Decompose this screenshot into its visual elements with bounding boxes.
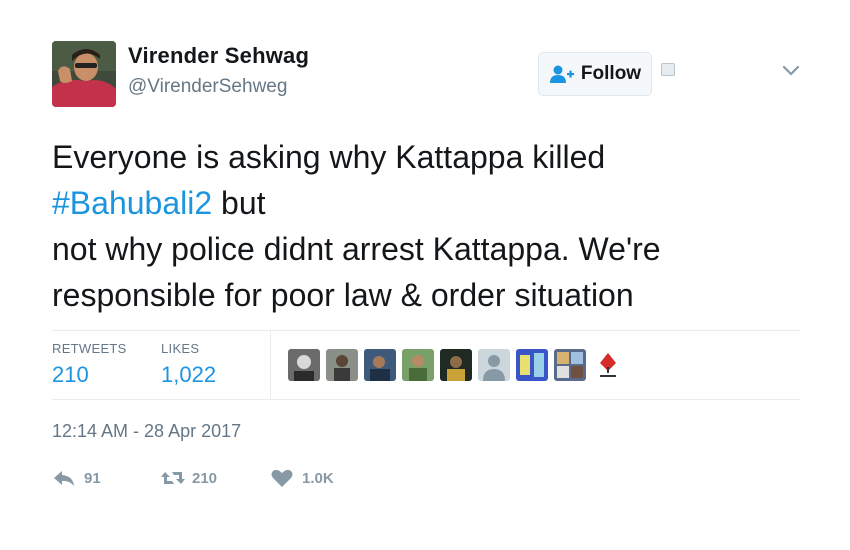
card-icon [661,63,675,76]
tweet-text-line: not why police didnt arrest Kattappa. We… [52,231,661,267]
tweet-text-line: #Bahubali2 but [52,180,812,226]
tweet-timestamp[interactable]: 12:14 AM - 28 Apr 2017 [52,421,241,442]
heart-icon [270,468,294,488]
follow-button[interactable]: Follow [538,52,652,96]
likes-count[interactable]: 1,022 [161,362,216,388]
retweet-icon [160,468,185,488]
like-button[interactable]: 1.0K [270,468,334,488]
follow-user-icon [549,64,575,84]
divider [52,399,800,400]
tweet-card: Virender Sehwag @VirenderSehweg Follow E… [0,0,850,550]
tweet-text-line: responsible for poor law & order situati… [52,277,634,313]
liker-avatar[interactable] [364,349,396,381]
liker-avatar[interactable] [592,349,624,381]
retweets-count[interactable]: 210 [52,362,89,388]
caret-down-icon[interactable] [781,64,801,78]
retweets-label: RETWEETS [52,341,127,356]
liker-avatar[interactable] [326,349,358,381]
reply-button[interactable]: 91 [52,468,101,488]
user-name[interactable]: Virender Sehwag [128,43,309,69]
stats-separator [270,330,271,399]
liker-avatar[interactable] [478,349,510,381]
retweet-button[interactable]: 210 [160,468,217,488]
retweet-count: 210 [192,469,218,487]
divider [52,330,800,331]
like-count: 1.0K [302,469,334,487]
reply-count: 91 [84,469,101,487]
likes-label: LIKES [161,341,200,356]
liker-avatar[interactable] [288,349,320,381]
liker-avatar[interactable] [554,349,586,381]
liker-avatar[interactable] [402,349,434,381]
liker-avatar[interactable] [440,349,472,381]
follow-label: Follow [580,63,642,84]
reply-icon [52,468,76,488]
tweet-text-fragment: but [212,185,266,221]
hashtag-link[interactable]: #Bahubali2 [52,185,212,221]
liker-avatar[interactable] [516,349,548,381]
avatar[interactable] [52,41,116,107]
tweet-text-line: Everyone is asking why Kattappa killed [52,139,606,175]
user-handle[interactable]: @VirenderSehweg [128,76,287,98]
tweet-text: Everyone is asking why Kattappa killed #… [52,134,812,318]
